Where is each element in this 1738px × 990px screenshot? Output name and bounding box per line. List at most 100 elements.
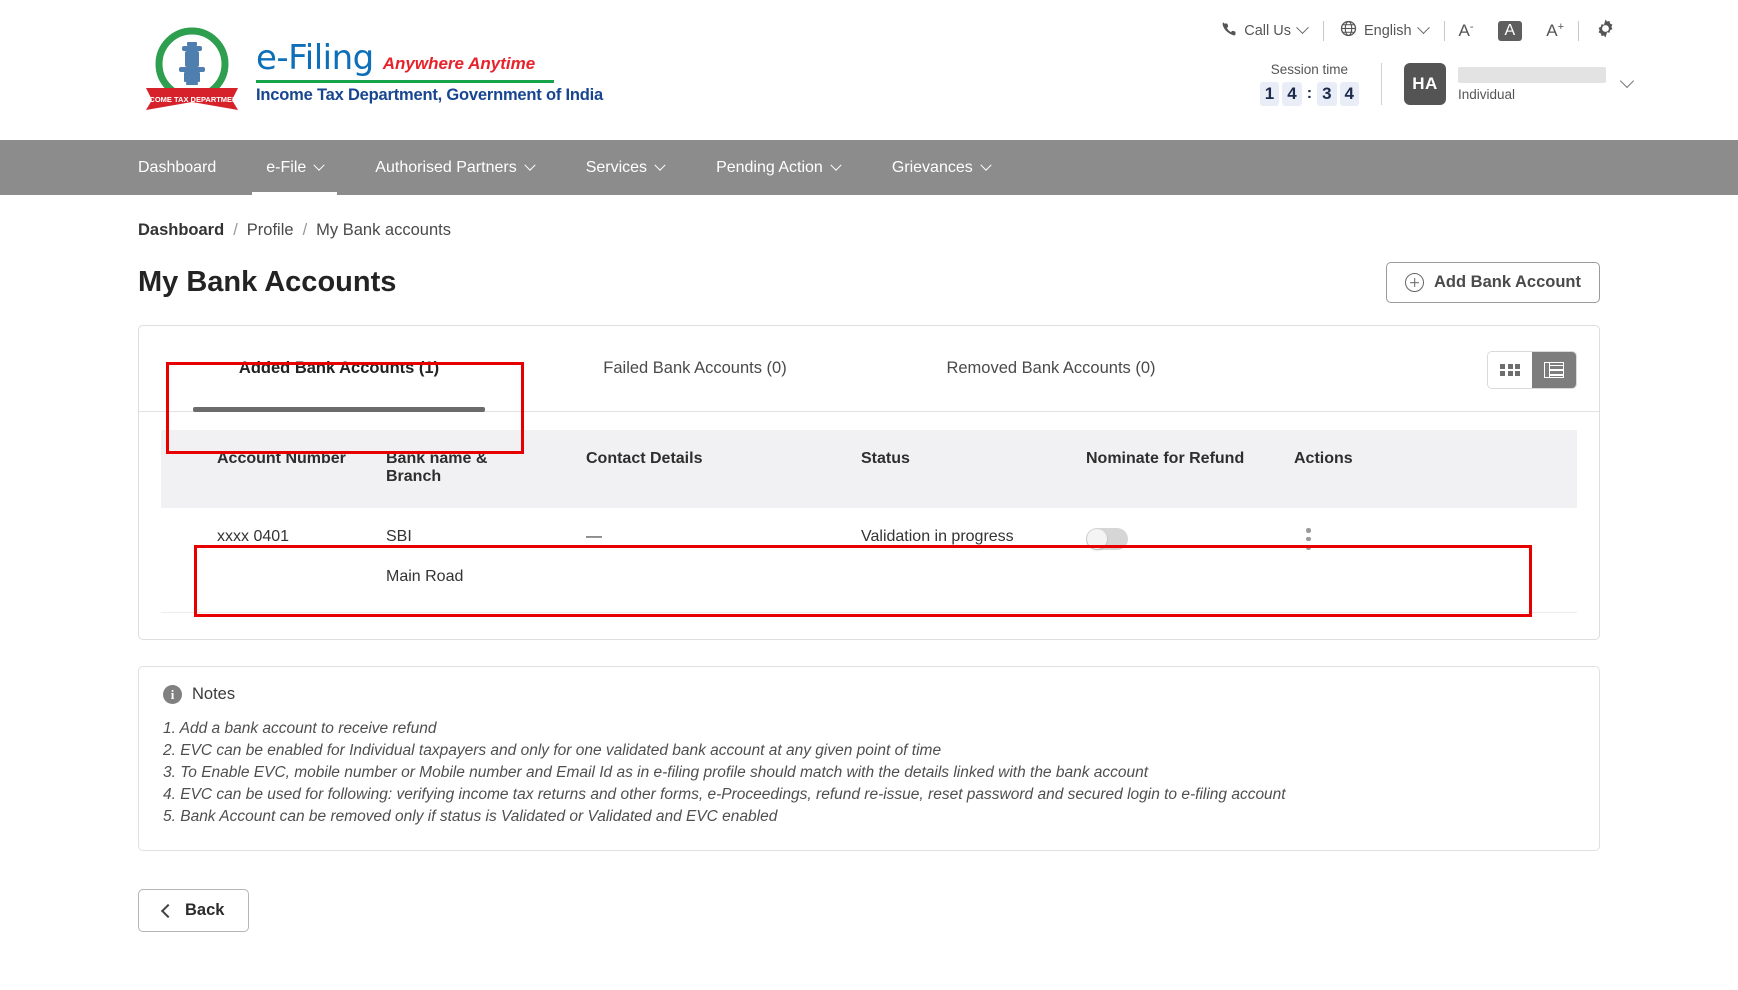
note-line: 4. EVC can be used for following: verify… [163,784,1575,806]
session-timer: Session time 1 4 : 3 4 [1260,62,1381,106]
column-actions: Actions [1294,430,1577,508]
tab-label: Removed Bank Accounts (0) [946,359,1155,378]
page-content: Dashboard / Profile / My Bank accounts M… [0,221,1738,851]
cell-bank-name-branch: SBI Main Road [386,508,586,613]
tab-failed-bank-accounts[interactable]: Failed Bank Accounts (0) [517,326,873,411]
language-menu[interactable]: English [1324,20,1444,41]
language-label: English [1364,23,1412,39]
font-increase-sup: + [1558,21,1564,33]
cell-nominate-for-refund [1086,508,1294,613]
column-account-number: Account Number [161,430,386,508]
page-title: My Bank Accounts [138,266,396,299]
nav-item-authorised-partners[interactable]: Authorised Partners [375,140,533,195]
page-title-row: My Bank Accounts Add Bank Account [138,262,1600,303]
column-status: Status [861,430,1086,508]
column-contact-details: Contact Details [586,430,861,508]
tab-label: Added Bank Accounts (1) [239,359,439,378]
page-header: INCOME TAX DEPARTMENT e-Filing Anywhere … [0,0,1738,140]
session-second-ones: 4 [1340,82,1359,106]
column-bank-line2: Branch [386,468,586,486]
session-minute-ones: 4 [1282,82,1301,106]
breadcrumb-separator: / [303,221,308,240]
brand-tagline: Anywhere Anytime [383,54,535,74]
font-decrease-label: A [1459,21,1470,41]
toggle-knob [1087,529,1107,549]
tab-added-bank-accounts[interactable]: Added Bank Accounts (1) [161,326,517,411]
note-line: 3. To Enable EVC, mobile number or Mobil… [163,762,1575,784]
table-header-row: Account Number Bank name & Branch Contac… [161,430,1577,508]
chevron-down-icon [524,159,535,170]
tab-removed-bank-accounts[interactable]: Removed Bank Accounts (0) [873,326,1229,411]
nav-item-label: Services [586,159,647,177]
breadcrumb-item-profile[interactable]: Profile [247,221,294,240]
cell-branch: Main Road [386,568,586,586]
font-normal-label: A [1505,22,1516,40]
font-increase-label: A [1546,21,1557,41]
chevron-down-icon [1296,21,1309,34]
nav-item-label: Pending Action [716,159,823,177]
cell-status: Validation in progress [861,508,1086,613]
call-us-menu[interactable]: Call Us [1205,21,1323,41]
table-body: xxxx 0401 SBI Main Road — Validation in … [161,508,1577,613]
font-normal-button[interactable]: A [1498,21,1523,41]
user-menu[interactable]: HA Individual [1382,63,1632,105]
font-increase-button[interactable]: A+ [1532,21,1578,41]
grid-view-icon [1500,364,1520,377]
nav-item-efile[interactable]: e-File [266,140,323,195]
phone-icon [1221,21,1237,41]
table-header: Account Number Bank name & Branch Contac… [161,430,1577,508]
add-bank-account-button[interactable]: Add Bank Account [1386,262,1600,303]
brand-name: e-Filing [256,38,374,78]
header-utilities: Call Us English A- A A+ [1205,18,1632,43]
site-logo[interactable]: INCOME TAX DEPARTMENT e-Filing Anywhere … [138,26,603,112]
page-footer: Back [0,889,1738,932]
back-button-label: Back [185,901,224,920]
cell-contact-details: — [586,508,861,613]
breadcrumb-item-my-bank-accounts: My Bank accounts [316,221,451,240]
settings-button[interactable] [1579,18,1632,43]
nav-item-grievances[interactable]: Grievances [892,140,990,195]
chevron-down-icon [830,159,841,170]
plus-circle-icon [1405,273,1424,292]
gear-icon [1595,18,1616,43]
nav-item-label: Authorised Partners [375,159,516,177]
info-icon: i [163,685,182,704]
cell-bank-name: SBI [386,528,586,546]
grid-view-button[interactable] [1488,352,1532,388]
column-bank-name-branch: Bank name & Branch [386,430,586,508]
note-line: 5. Bank Account can be removed only if s… [163,806,1575,828]
nav-item-pending-action[interactable]: Pending Action [716,140,840,195]
notes-panel: i Notes 1. Add a bank account to receive… [138,666,1600,851]
chevron-down-icon [314,159,325,170]
logo-divider [256,80,554,83]
session-minute-tens: 1 [1260,82,1279,106]
column-nominate-for-refund: Nominate for Refund [1086,430,1294,508]
svg-text:INCOME TAX DEPARTMENT: INCOME TAX DEPARTMENT [142,95,243,104]
note-line: 1. Add a bank account to receive refund [163,718,1575,740]
session-colon: : [1307,85,1312,103]
nav-item-services[interactable]: Services [586,140,664,195]
india-emblem-icon: INCOME TAX DEPARTMENT [138,26,246,112]
bank-accounts-table: Account Number Bank name & Branch Contac… [161,430,1577,613]
table-row: xxxx 0401 SBI Main Road — Validation in … [161,508,1577,613]
chevron-down-icon [654,159,665,170]
list-view-button[interactable] [1532,352,1576,388]
nav-item-label: Dashboard [138,159,216,177]
kebab-menu-icon[interactable] [1306,528,1311,550]
breadcrumb-item-dashboard[interactable]: Dashboard [138,221,224,240]
user-role-label: Individual [1458,87,1606,102]
nav-item-dashboard[interactable]: Dashboard [138,140,216,195]
breadcrumb-separator: / [233,221,238,240]
chevron-down-icon [980,159,991,170]
breadcrumb: Dashboard / Profile / My Bank accounts [138,221,1600,240]
call-us-label: Call Us [1244,23,1291,39]
font-decrease-button[interactable]: A- [1445,21,1488,41]
notes-header: i Notes [163,685,1575,704]
add-bank-account-label: Add Bank Account [1434,273,1581,292]
cell-account-number: xxxx 0401 [161,508,386,613]
globe-icon [1340,20,1357,41]
back-button[interactable]: Back [138,889,249,932]
nominate-for-refund-toggle[interactable] [1086,528,1128,550]
list-view-icon [1544,362,1564,378]
bank-accounts-tabs: Added Bank Accounts (1) Failed Bank Acco… [139,326,1599,412]
